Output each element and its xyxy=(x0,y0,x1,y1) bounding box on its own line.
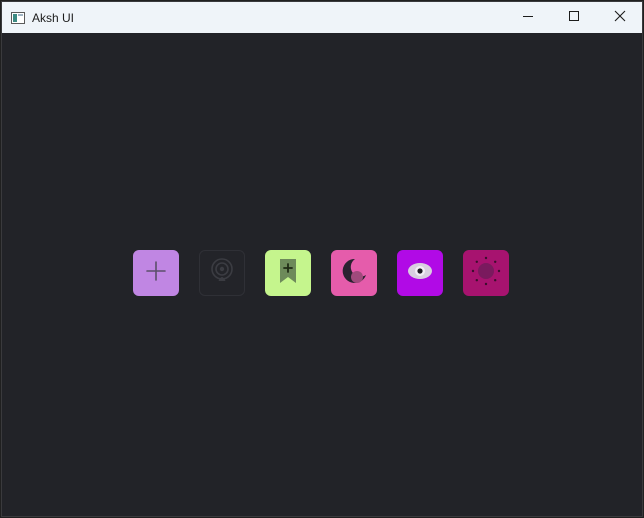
close-button[interactable] xyxy=(597,2,642,33)
eye-icon xyxy=(406,261,434,286)
close-icon xyxy=(614,9,626,27)
minimize-icon xyxy=(522,9,534,27)
title-bar[interactable]: Aksh UI xyxy=(2,2,642,33)
window-title: Aksh UI xyxy=(32,11,75,25)
bookmark-plus-icon xyxy=(277,257,299,290)
app-window-icon xyxy=(11,11,25,24)
moon-icon xyxy=(340,257,368,290)
podcast-icon xyxy=(208,257,236,290)
sun-button[interactable] xyxy=(463,250,509,296)
sun-icon xyxy=(470,255,502,292)
app-window: Aksh UI xyxy=(1,1,643,517)
podcast-button[interactable] xyxy=(199,250,245,296)
minimize-button[interactable] xyxy=(505,2,551,33)
plus-icon xyxy=(145,260,167,287)
main-content xyxy=(2,33,642,516)
bookmark-button[interactable] xyxy=(265,250,311,296)
maximize-icon xyxy=(568,9,580,27)
eye-button[interactable] xyxy=(397,250,443,296)
maximize-button[interactable] xyxy=(551,2,597,33)
moon-button[interactable] xyxy=(331,250,377,296)
add-button[interactable] xyxy=(133,250,179,296)
